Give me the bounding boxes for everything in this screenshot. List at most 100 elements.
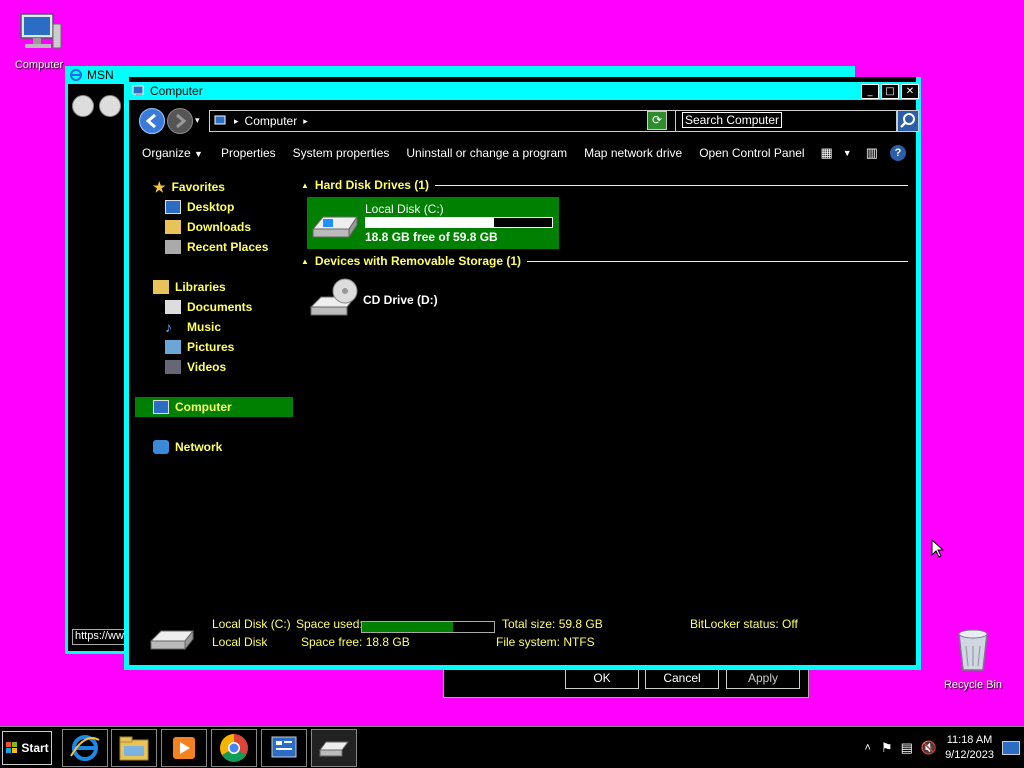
apply-button[interactable]: Apply xyxy=(726,667,800,689)
forward-button[interactable] xyxy=(167,108,193,134)
taskbar-control-panel[interactable] xyxy=(261,729,307,767)
nav-computer[interactable]: Computer xyxy=(135,397,293,417)
uninstall-program-button[interactable]: Uninstall or change a program xyxy=(406,146,567,160)
back-arrow-icon xyxy=(145,113,156,129)
nav-music[interactable]: ♪ Music xyxy=(135,317,293,337)
desktop-icon-label: Computer xyxy=(14,59,64,71)
preview-pane-icon[interactable]: ▥ xyxy=(866,145,878,161)
nav-pictures[interactable]: Pictures xyxy=(135,337,293,357)
computer-explorer-window[interactable]: Computer _ □ ✕ ▾ ▸ Computer ▸ ▽ ⟳ Search… xyxy=(124,77,921,670)
search-icon xyxy=(900,113,915,128)
clock-date: 9/12/2023 xyxy=(945,749,994,761)
computer-icon xyxy=(153,400,169,414)
system-tray: ˄ ⚑ ▤ 🔇 11:18 AM 9/12/2023 xyxy=(864,727,1024,768)
recent-places-icon xyxy=(165,240,181,254)
maximize-button[interactable]: □ xyxy=(881,83,899,99)
nav-label: Pictures xyxy=(187,340,235,354)
clock-time: 11:18 AM xyxy=(946,734,993,746)
clock[interactable]: 11:18 AM 9/12/2023 xyxy=(945,733,994,763)
msn-back-button[interactable] xyxy=(72,95,94,117)
desktop-icon xyxy=(165,200,181,214)
action-center-flag-icon[interactable]: ⚑ xyxy=(881,740,893,756)
properties-button[interactable]: Properties xyxy=(221,146,276,160)
nav-label: Computer xyxy=(175,400,232,414)
back-button[interactable] xyxy=(139,108,165,134)
taskbar-drive[interactable] xyxy=(311,729,357,767)
taskbar-chrome[interactable] xyxy=(211,729,257,767)
group-hard-disk-drives[interactable]: ▲ Hard Disk Drives (1) xyxy=(301,177,908,193)
organize-label: Organize xyxy=(142,146,191,160)
nav-network[interactable]: Network xyxy=(135,437,293,457)
help-icon[interactable]: ? xyxy=(890,145,906,161)
desktop-icon-label: Recycle Bin xyxy=(943,679,1003,691)
nav-label: Videos xyxy=(187,360,227,374)
address-bar[interactable]: ▸ Computer ▸ ▽ xyxy=(209,110,719,132)
view-chevron-icon[interactable]: ▼ xyxy=(843,148,852,158)
show-desktop-button[interactable] xyxy=(1002,741,1020,755)
details-space-used-fill xyxy=(362,622,453,632)
nav-label: Downloads xyxy=(187,220,252,234)
media-player-icon xyxy=(173,737,195,759)
breadcrumb-computer[interactable]: Computer xyxy=(245,114,298,128)
details-drive-type: Local Disk xyxy=(212,635,268,649)
drive-cd-d[interactable]: CD Drive (D:) xyxy=(307,277,507,323)
forward-arrow-icon xyxy=(176,113,187,129)
nav-label: Network xyxy=(175,440,223,454)
ie-icon xyxy=(70,69,82,81)
system-properties-button[interactable]: System properties xyxy=(293,146,390,160)
close-button[interactable]: ✕ xyxy=(901,83,919,99)
taskbar-media-player[interactable] xyxy=(161,729,207,767)
nav-label: Documents xyxy=(187,300,253,314)
taskbar: Start ˄ ⚑ ▤ 🔇 11:18 AM 9/12/2023 xyxy=(0,726,1024,768)
taskbar-internet-explorer[interactable] xyxy=(62,729,108,767)
details-file-system: File system: NTFS xyxy=(496,635,595,649)
search-button[interactable] xyxy=(897,110,919,132)
msn-forward-button[interactable] xyxy=(99,95,121,117)
organize-button[interactable]: Organize ▼ xyxy=(142,146,203,160)
ok-button[interactable]: OK xyxy=(565,667,639,689)
minimize-button[interactable]: _ xyxy=(861,83,879,99)
downloads-folder-icon xyxy=(165,220,181,234)
nav-downloads[interactable]: Downloads xyxy=(135,217,293,237)
address-row: ▾ ▸ Computer ▸ ▽ ⟳ Search Computer xyxy=(135,108,919,134)
chevron-down-icon: ▼ xyxy=(194,149,203,159)
explorer-titlebar[interactable]: Computer _ □ ✕ xyxy=(124,82,921,100)
nav-favorites[interactable]: ★ Favorites xyxy=(135,177,293,197)
recent-pages-chevron-icon[interactable]: ▾ xyxy=(195,115,200,126)
desktop-icon-computer[interactable]: Computer xyxy=(4,10,74,71)
cancel-button[interactable]: Cancel xyxy=(645,667,719,689)
show-hidden-icons-icon[interactable]: ˄ xyxy=(864,742,870,754)
drive-c-usage-fill xyxy=(366,218,494,227)
search-placeholder: Search Computer xyxy=(682,112,783,128)
open-control-panel-button[interactable]: Open Control Panel xyxy=(699,146,804,160)
map-network-drive-button[interactable]: Map network drive xyxy=(584,146,682,160)
group-label: Hard Disk Drives (1) xyxy=(314,178,429,192)
start-button[interactable]: Start xyxy=(2,731,52,765)
drive-local-disk-c[interactable]: Local Disk (C:) 18.8 GB free of 59.8 GB xyxy=(307,197,559,249)
network-status-icon[interactable]: ▤ xyxy=(901,740,913,756)
navigation-pane: ★ Favorites Desktop Downloads Recent Plac… xyxy=(135,177,293,605)
drive-c-usage-bar xyxy=(365,217,553,228)
group-removable-storage[interactable]: ▲ Devices with Removable Storage (1) xyxy=(301,253,908,269)
chrome-icon xyxy=(220,734,248,762)
breadcrumb-chevron-icon[interactable]: ▸ xyxy=(303,116,308,127)
nav-desktop[interactable]: Desktop xyxy=(135,197,293,217)
desktop-icon-recycle-bin[interactable]: Recycle Bin xyxy=(938,626,1008,691)
control-panel-icon xyxy=(271,736,297,758)
nav-documents[interactable]: Documents xyxy=(135,297,293,317)
nav-recent-places[interactable]: Recent Places xyxy=(135,237,293,257)
nav-libraries[interactable]: Libraries xyxy=(135,277,293,297)
taskbar-file-explorer[interactable] xyxy=(111,729,157,767)
drive-d-name: CD Drive (D:) xyxy=(363,293,438,307)
nav-videos[interactable]: Videos xyxy=(135,357,293,377)
computer-icon xyxy=(20,13,62,49)
nav-label: Favorites xyxy=(171,180,225,194)
nav-label: Recent Places xyxy=(187,240,269,254)
computer-small-icon xyxy=(214,115,226,125)
hard-disk-icon xyxy=(311,215,358,239)
search-input[interactable]: Search Computer xyxy=(675,110,897,132)
breadcrumb-chevron-icon[interactable]: ▸ xyxy=(234,116,239,127)
refresh-button[interactable]: ⟳ xyxy=(647,111,667,130)
volume-muted-icon[interactable]: 🔇 xyxy=(921,740,937,756)
view-options-icon[interactable]: ▦ xyxy=(820,145,832,161)
